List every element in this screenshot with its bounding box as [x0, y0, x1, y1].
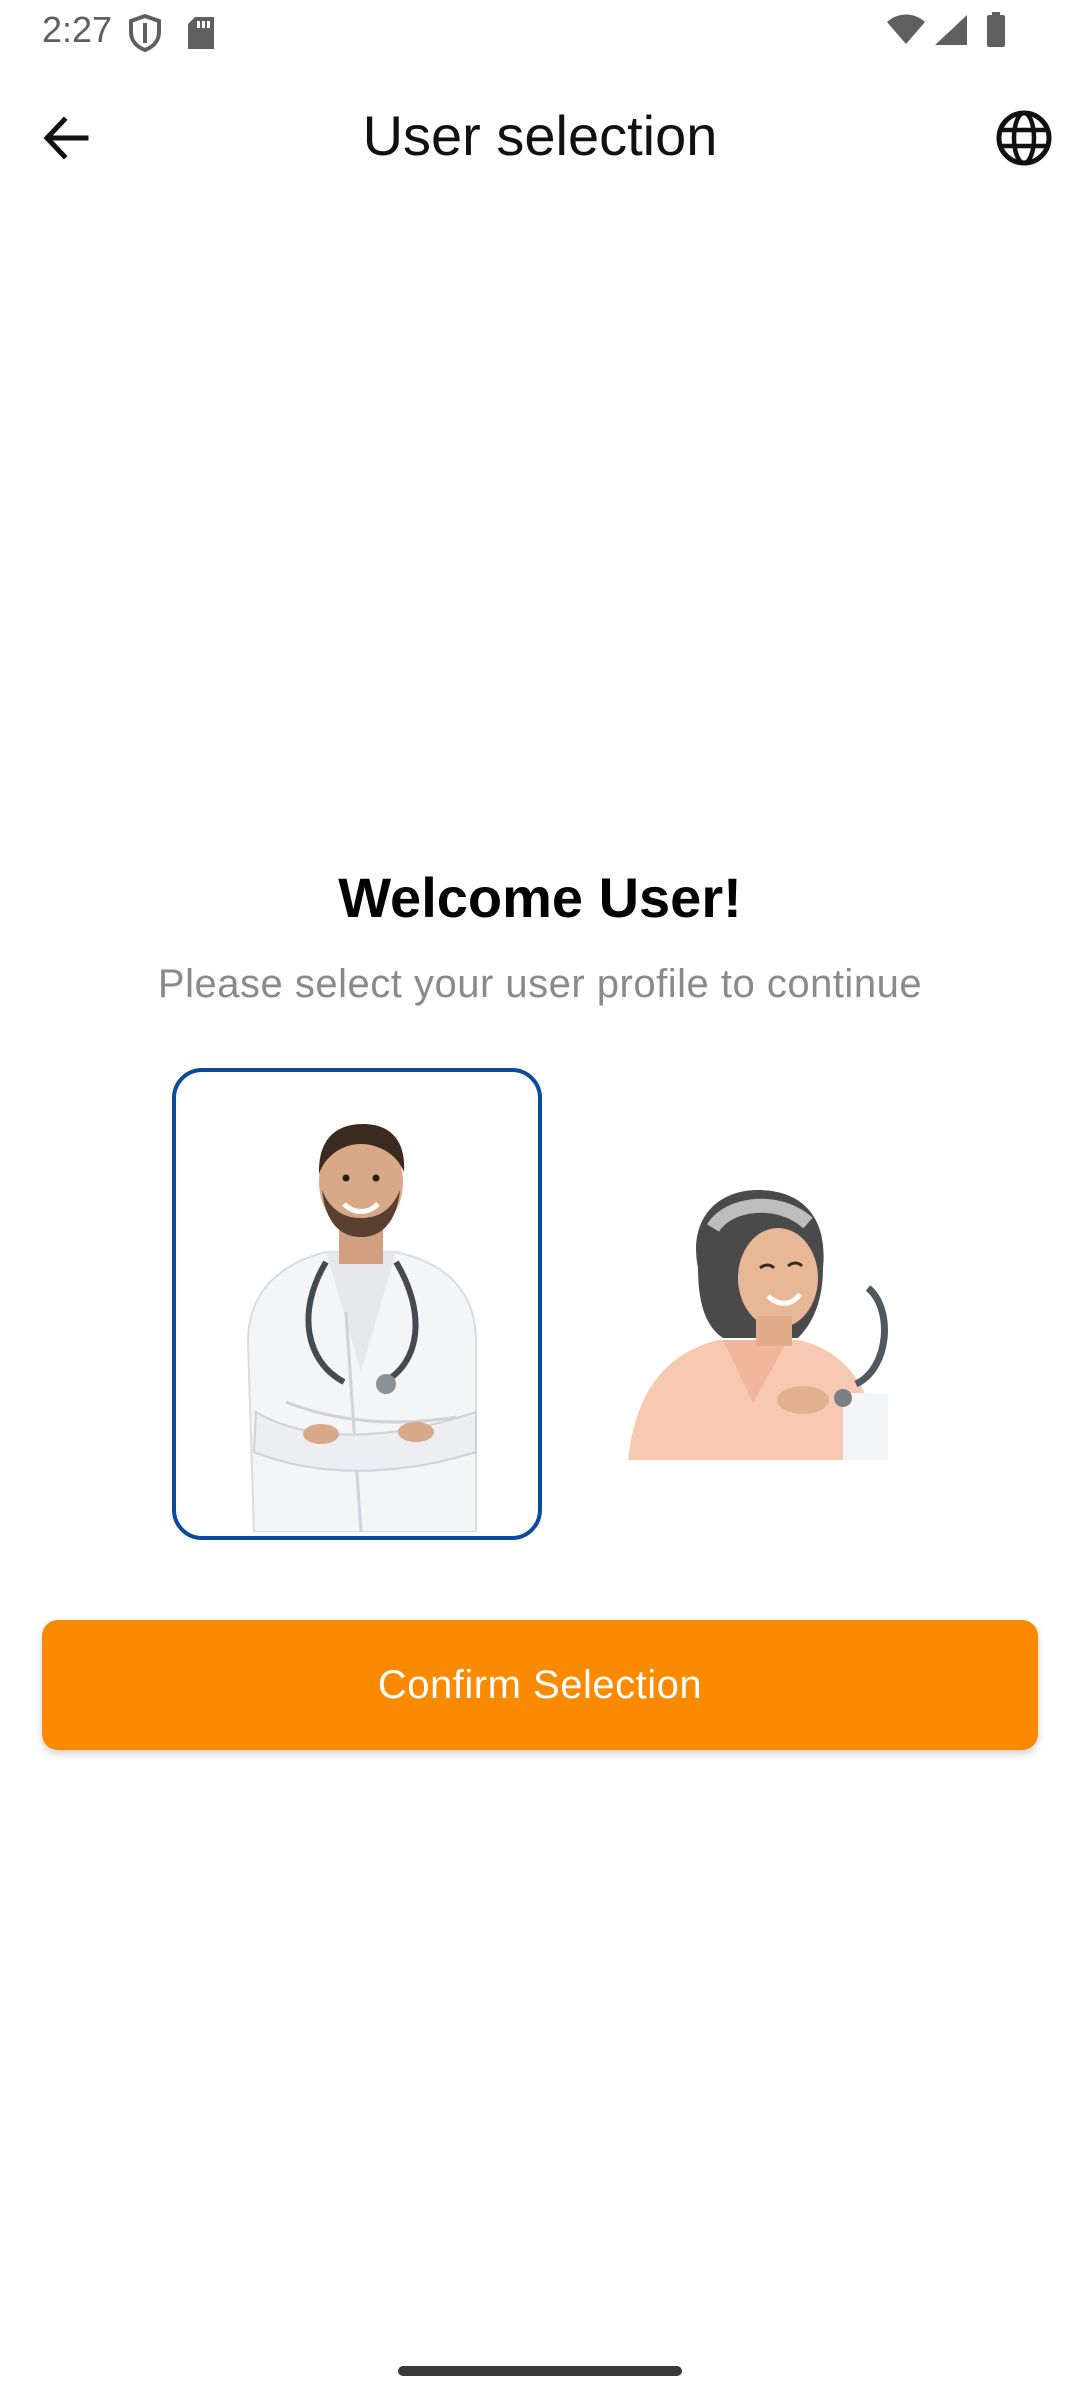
globe-icon: [995, 109, 1053, 172]
confirm-selection-button[interactable]: Confirm Selection: [42, 1620, 1038, 1750]
confirm-selection-label: Confirm Selection: [377, 1663, 703, 1707]
doctor-profile-card[interactable]: [172, 1068, 542, 1540]
status-bar: 2:27: [0, 0, 1080, 64]
welcome-title: Welcome User!: [338, 866, 742, 929]
user-selection-screen: 2:27 User selection Welcome User! Please…: [0, 0, 1080, 2400]
page-title: User selection: [362, 104, 718, 167]
doctor-image: [246, 1124, 477, 1532]
app-bar: User selection: [0, 90, 1080, 186]
shield-icon: [128, 13, 162, 57]
patient-image: [628, 1190, 888, 1460]
cell-signal-icon: [934, 14, 968, 51]
sd-card-icon: [186, 16, 216, 55]
battery-icon: [986, 12, 1006, 53]
welcome-subtitle: Please select your user profile to conti…: [157, 962, 923, 1006]
patient-profile-card[interactable]: [600, 1068, 970, 1540]
language-button[interactable]: [988, 104, 1060, 176]
home-indicator[interactable]: [398, 2366, 682, 2376]
status-time: 2:27: [42, 9, 113, 50]
wifi-icon: [886, 14, 926, 51]
